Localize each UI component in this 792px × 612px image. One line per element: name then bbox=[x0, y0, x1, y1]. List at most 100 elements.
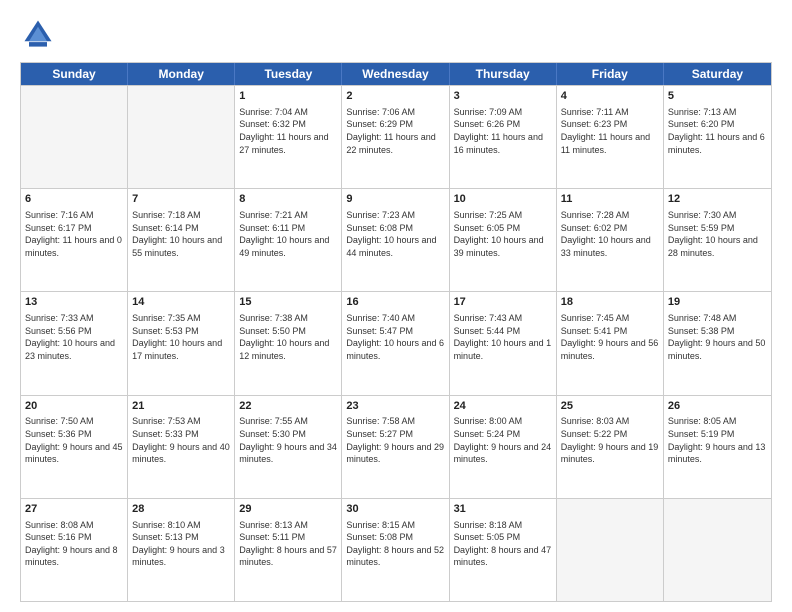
day-cell-31: 31 Sunrise: 8:18 AM Sunset: 5:05 PM Dayli… bbox=[450, 499, 557, 601]
day-cell-24: 24Sunrise: 8:00 AM Sunset: 5:24 PM Dayli… bbox=[450, 396, 557, 498]
sun-info: Sunrise: 8:18 AM Sunset: 5:05 PM Dayligh… bbox=[454, 519, 552, 569]
day-cell-5: 5Sunrise: 7:13 AM Sunset: 6:20 PM Daylig… bbox=[664, 86, 771, 188]
day-number: 6 bbox=[25, 192, 123, 207]
sun-info: Sunrise: 8:05 AM Sunset: 5:19 PM Dayligh… bbox=[668, 415, 767, 465]
day-number: 9 bbox=[346, 192, 444, 207]
day-cell-26: 26Sunrise: 8:05 AM Sunset: 5:19 PM Dayli… bbox=[664, 396, 771, 498]
header-day-saturday: Saturday bbox=[664, 63, 771, 85]
page: SundayMondayTuesdayWednesdayThursdayFrid… bbox=[0, 0, 792, 612]
header-day-tuesday: Tuesday bbox=[235, 63, 342, 85]
day-cell-7: 7 Sunrise: 7:18 AM Sunset: 6:14 PM Daylig… bbox=[128, 189, 235, 291]
header-day-monday: Monday bbox=[128, 63, 235, 85]
calendar: SundayMondayTuesdayWednesdayThursdayFrid… bbox=[20, 62, 772, 602]
sun-info: Sunrise: 7:25 AM Sunset: 6:05 PM Dayligh… bbox=[454, 209, 552, 259]
day-number: 2 bbox=[346, 89, 444, 104]
empty-cell bbox=[128, 86, 235, 188]
day-cell-13: 13 Sunrise: 7:33 AM Sunset: 5:56 PM Dayli… bbox=[21, 292, 128, 394]
day-number: 24 bbox=[454, 399, 552, 414]
day-cell-12: 12Sunrise: 7:30 AM Sunset: 5:59 PM Dayli… bbox=[664, 189, 771, 291]
sun-info: Sunrise: 7:04 AM Sunset: 6:32 PM Dayligh… bbox=[239, 106, 337, 156]
header-day-wednesday: Wednesday bbox=[342, 63, 449, 85]
day-number: 5 bbox=[668, 89, 767, 104]
calendar-row-2: 6 Sunrise: 7:16 AM Sunset: 6:17 PM Daylig… bbox=[21, 188, 771, 291]
sun-info: Sunrise: 7:18 AM Sunset: 6:14 PM Dayligh… bbox=[132, 209, 230, 259]
empty-cell bbox=[21, 86, 128, 188]
sun-info: Sunrise: 7:48 AM Sunset: 5:38 PM Dayligh… bbox=[668, 312, 767, 362]
empty-cell bbox=[664, 499, 771, 601]
day-cell-4: 4Sunrise: 7:11 AM Sunset: 6:23 PM Daylig… bbox=[557, 86, 664, 188]
sun-info: Sunrise: 8:08 AM Sunset: 5:16 PM Dayligh… bbox=[25, 519, 123, 569]
day-number: 26 bbox=[668, 399, 767, 414]
day-number: 4 bbox=[561, 89, 659, 104]
day-number: 27 bbox=[25, 502, 123, 517]
empty-cell bbox=[557, 499, 664, 601]
sun-info: Sunrise: 7:09 AM Sunset: 6:26 PM Dayligh… bbox=[454, 106, 552, 156]
day-cell-8: 8 Sunrise: 7:21 AM Sunset: 6:11 PM Daylig… bbox=[235, 189, 342, 291]
day-number: 7 bbox=[132, 192, 230, 207]
day-number: 29 bbox=[239, 502, 337, 517]
day-number: 1 bbox=[239, 89, 337, 104]
day-number: 22 bbox=[239, 399, 337, 414]
logo-icon bbox=[20, 16, 56, 52]
header bbox=[20, 16, 772, 52]
day-cell-22: 22Sunrise: 7:55 AM Sunset: 5:30 PM Dayli… bbox=[235, 396, 342, 498]
day-number: 19 bbox=[668, 295, 767, 310]
sun-info: Sunrise: 7:30 AM Sunset: 5:59 PM Dayligh… bbox=[668, 209, 767, 259]
day-number: 8 bbox=[239, 192, 337, 207]
day-cell-25: 25Sunrise: 8:03 AM Sunset: 5:22 PM Dayli… bbox=[557, 396, 664, 498]
calendar-body: 1 Sunrise: 7:04 AM Sunset: 6:32 PM Daylig… bbox=[21, 85, 771, 601]
day-number: 20 bbox=[25, 399, 123, 414]
calendar-row-1: 1 Sunrise: 7:04 AM Sunset: 6:32 PM Daylig… bbox=[21, 85, 771, 188]
sun-info: Sunrise: 7:28 AM Sunset: 6:02 PM Dayligh… bbox=[561, 209, 659, 259]
day-number: 28 bbox=[132, 502, 230, 517]
sun-info: Sunrise: 7:40 AM Sunset: 5:47 PM Dayligh… bbox=[346, 312, 444, 362]
day-number: 23 bbox=[346, 399, 444, 414]
sun-info: Sunrise: 7:35 AM Sunset: 5:53 PM Dayligh… bbox=[132, 312, 230, 362]
sun-info: Sunrise: 7:33 AM Sunset: 5:56 PM Dayligh… bbox=[25, 312, 123, 362]
day-number: 3 bbox=[454, 89, 552, 104]
day-number: 21 bbox=[132, 399, 230, 414]
day-cell-15: 15Sunrise: 7:38 AM Sunset: 5:50 PM Dayli… bbox=[235, 292, 342, 394]
sun-info: Sunrise: 8:00 AM Sunset: 5:24 PM Dayligh… bbox=[454, 415, 552, 465]
day-cell-27: 27 Sunrise: 8:08 AM Sunset: 5:16 PM Dayli… bbox=[21, 499, 128, 601]
day-cell-18: 18Sunrise: 7:45 AM Sunset: 5:41 PM Dayli… bbox=[557, 292, 664, 394]
day-cell-21: 21Sunrise: 7:53 AM Sunset: 5:33 PM Dayli… bbox=[128, 396, 235, 498]
day-number: 11 bbox=[561, 192, 659, 207]
sun-info: Sunrise: 8:03 AM Sunset: 5:22 PM Dayligh… bbox=[561, 415, 659, 465]
sun-info: Sunrise: 7:45 AM Sunset: 5:41 PM Dayligh… bbox=[561, 312, 659, 362]
sun-info: Sunrise: 7:06 AM Sunset: 6:29 PM Dayligh… bbox=[346, 106, 444, 156]
day-number: 17 bbox=[454, 295, 552, 310]
sun-info: Sunrise: 8:13 AM Sunset: 5:11 PM Dayligh… bbox=[239, 519, 337, 569]
calendar-row-5: 27 Sunrise: 8:08 AM Sunset: 5:16 PM Dayli… bbox=[21, 498, 771, 601]
sun-info: Sunrise: 7:23 AM Sunset: 6:08 PM Dayligh… bbox=[346, 209, 444, 259]
day-cell-2: 2 Sunrise: 7:06 AM Sunset: 6:29 PM Daylig… bbox=[342, 86, 449, 188]
day-number: 13 bbox=[25, 295, 123, 310]
sun-info: Sunrise: 7:55 AM Sunset: 5:30 PM Dayligh… bbox=[239, 415, 337, 465]
day-number: 10 bbox=[454, 192, 552, 207]
day-cell-9: 9 Sunrise: 7:23 AM Sunset: 6:08 PM Daylig… bbox=[342, 189, 449, 291]
day-cell-23: 23Sunrise: 7:58 AM Sunset: 5:27 PM Dayli… bbox=[342, 396, 449, 498]
sun-info: Sunrise: 8:15 AM Sunset: 5:08 PM Dayligh… bbox=[346, 519, 444, 569]
day-cell-3: 3 Sunrise: 7:09 AM Sunset: 6:26 PM Daylig… bbox=[450, 86, 557, 188]
day-cell-11: 11 Sunrise: 7:28 AM Sunset: 6:02 PM Dayli… bbox=[557, 189, 664, 291]
sun-info: Sunrise: 7:16 AM Sunset: 6:17 PM Dayligh… bbox=[25, 209, 123, 259]
day-cell-1: 1 Sunrise: 7:04 AM Sunset: 6:32 PM Daylig… bbox=[235, 86, 342, 188]
sun-info: Sunrise: 7:58 AM Sunset: 5:27 PM Dayligh… bbox=[346, 415, 444, 465]
day-cell-20: 20Sunrise: 7:50 AM Sunset: 5:36 PM Dayli… bbox=[21, 396, 128, 498]
day-number: 31 bbox=[454, 502, 552, 517]
day-number: 30 bbox=[346, 502, 444, 517]
sun-info: Sunrise: 8:10 AM Sunset: 5:13 PM Dayligh… bbox=[132, 519, 230, 569]
sun-info: Sunrise: 7:21 AM Sunset: 6:11 PM Dayligh… bbox=[239, 209, 337, 259]
day-cell-19: 19 Sunrise: 7:48 AM Sunset: 5:38 PM Dayli… bbox=[664, 292, 771, 394]
day-cell-6: 6 Sunrise: 7:16 AM Sunset: 6:17 PM Daylig… bbox=[21, 189, 128, 291]
header-day-sunday: Sunday bbox=[21, 63, 128, 85]
logo bbox=[20, 16, 60, 52]
day-cell-10: 10 Sunrise: 7:25 AM Sunset: 6:05 PM Dayli… bbox=[450, 189, 557, 291]
day-number: 25 bbox=[561, 399, 659, 414]
day-number: 16 bbox=[346, 295, 444, 310]
day-cell-28: 28 Sunrise: 8:10 AM Sunset: 5:13 PM Dayli… bbox=[128, 499, 235, 601]
calendar-row-3: 13 Sunrise: 7:33 AM Sunset: 5:56 PM Dayli… bbox=[21, 291, 771, 394]
sun-info: Sunrise: 7:38 AM Sunset: 5:50 PM Dayligh… bbox=[239, 312, 337, 362]
calendar-row-4: 20Sunrise: 7:50 AM Sunset: 5:36 PM Dayli… bbox=[21, 395, 771, 498]
sun-info: Sunrise: 7:43 AM Sunset: 5:44 PM Dayligh… bbox=[454, 312, 552, 362]
